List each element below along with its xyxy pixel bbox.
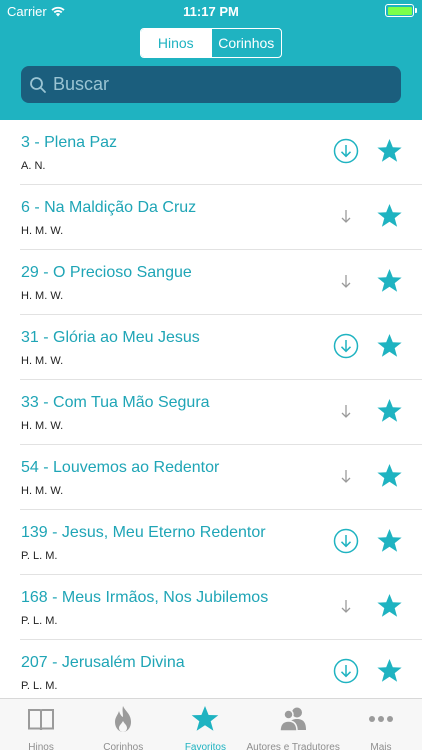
download-icon[interactable] [333,333,359,359]
download-icon[interactable] [333,138,359,164]
status-bar: Carrier 11:17 PM [0,0,422,22]
tab-bar: Hinos Corinhos Favoritos Autores e Tradutor… [0,698,422,750]
tab-label: Favoritos [184,742,226,750]
tab-favoritos[interactable]: Favoritos [164,699,246,750]
hymn-author: H. M. W. [21,355,64,367]
list-item[interactable]: 6 - Na Maldição Da Cruz H. M. W. [20,185,422,250]
search-bar[interactable] [21,66,401,103]
tab-label: Mais [370,742,392,750]
tab-hinos[interactable]: Hinos [0,699,82,750]
search-icon [30,76,46,93]
download-icon[interactable] [333,528,359,554]
hymn-title: 3 - Plena Paz [21,134,118,151]
tab-label: Autores e Tradutores [246,742,340,750]
favorite-star-icon[interactable] [376,593,403,619]
header: Carrier 11:17 PM Hinos Corinhos [0,0,422,120]
favorite-star-icon[interactable] [376,398,403,424]
hymn-title: 54 - Louvemos ao Redentor [21,459,220,476]
tab-corinhos[interactable]: Corinhos [82,699,164,750]
hymn-title: 31 - Glória ao Meu Jesus [21,329,200,346]
favorite-star-icon[interactable] [376,463,403,489]
download-icon[interactable] [333,398,359,424]
hymn-author: A. N. [21,160,46,172]
list-item[interactable]: 54 - Louvemos ao Redentor H. M. W. [20,445,422,510]
search-input[interactable] [53,74,373,95]
favorite-star-icon[interactable] [376,203,403,229]
hymn-author: P. L. M. [21,615,58,627]
favorite-star-icon[interactable] [376,333,403,359]
download-icon[interactable] [333,268,359,294]
list-item[interactable]: 31 - Glória ao Meu Jesus H. M. W. [20,315,422,380]
list-item[interactable]: 3 - Plena Paz A. N. [20,120,422,185]
list-item[interactable]: 168 - Meus Irmãos, Nos Jubilemos P. L. M. [20,575,422,640]
tab-mais[interactable]: Mais [340,699,422,750]
hymn-author: P. L. M. [21,550,58,562]
hymn-title: 6 - Na Maldição Da Cruz [21,199,197,216]
favorite-star-icon[interactable] [376,528,403,554]
hymn-author: H. M. W. [21,290,64,302]
list-item[interactable]: 139 - Jesus, Meu Eterno Redentor P. L. M. [20,510,422,575]
hymn-list: 3 - Plena Paz A. N. 6 - Na Maldição Da Cru… [0,120,422,698]
favorite-star-icon[interactable] [376,138,403,164]
hymn-author: H. M. W. [21,485,64,497]
more-icon [366,705,396,738]
hymn-author: H. M. W. [21,420,64,432]
favorite-star-icon[interactable] [376,658,403,684]
tab-label: Hinos [28,742,54,750]
battery-icon [385,4,417,17]
star-icon [190,705,220,738]
hymn-title: 139 - Jesus, Meu Eterno Redentor [21,524,266,541]
hymn-title: 207 - Jerusalém Divina [21,654,185,671]
hymn-author: P. L. M. [21,680,58,692]
flame-icon [108,705,138,738]
tab-autores-e-tradutores[interactable]: Autores e Tradutores [246,699,340,750]
people-icon [278,705,308,738]
tab-label: Corinhos [103,742,144,750]
hymn-title: 33 - Com Tua Mão Segura [21,394,210,411]
hymn-title: 29 - O Precioso Sangue [21,264,192,281]
list-item[interactable]: 29 - O Precioso Sangue H. M. W. [20,250,422,315]
list-item[interactable]: 33 - Com Tua Mão Segura H. M. W. [20,380,422,445]
status-time: 11:17 PM [183,4,239,19]
download-icon[interactable] [333,463,359,489]
hymn-author: H. M. W. [21,225,64,237]
download-icon[interactable] [333,203,359,229]
segmented-control: Hinos Corinhos [140,28,282,58]
download-icon[interactable] [333,658,359,684]
book-icon [26,705,56,738]
segment-hinos[interactable]: Hinos [141,29,211,57]
segment-corinhos[interactable]: Corinhos [210,29,282,57]
list-item[interactable]: 207 - Jerusalém Divina P. L. M. [20,640,422,698]
download-icon[interactable] [333,593,359,619]
hymn-title: 168 - Meus Irmãos, Nos Jubilemos [21,589,269,606]
favorite-star-icon[interactable] [376,268,403,294]
